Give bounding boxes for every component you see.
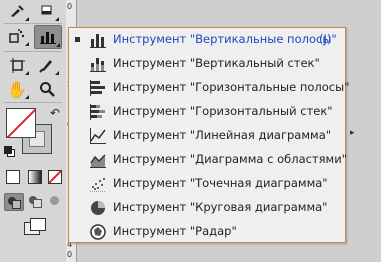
area-graph-icon: [90, 154, 106, 168]
menu-item-label: Инструмент "Горизонтальный стек": [113, 104, 333, 118]
bar-graph-icon: [90, 80, 105, 96]
menu-item-scatter-graph[interactable]: Инструмент "Точечная диаграмма": [69, 172, 345, 196]
radar-graph-icon: [90, 224, 106, 240]
tools-panel: ✋ ↶: [0, 0, 67, 262]
stacked-bar-graph-icon: [90, 104, 105, 120]
menu-item-line-graph[interactable]: Инструмент "Линейная диаграмма": [69, 124, 345, 148]
draw-normal-icon[interactable]: [4, 193, 24, 211]
menu-item-label: Инструмент "Вертикальный стек": [113, 56, 320, 70]
menu-item-label: Инструмент "Точечная диаграмма": [113, 176, 328, 190]
menu-item-radar-graph[interactable]: Инструмент "Радар": [69, 220, 345, 244]
screen-mode-icon[interactable]: [24, 218, 48, 236]
ruler-label: 0: [67, 2, 73, 11]
pie-graph-icon: [91, 201, 105, 215]
symbol-sprayer-tool-icon[interactable]: [4, 25, 30, 47]
column-graph-tool-icon[interactable]: [34, 25, 62, 49]
stacked-column-graph-icon: [90, 58, 106, 72]
gradient-mode-icon[interactable]: [28, 170, 42, 184]
menu-item-area-graph[interactable]: Инструмент "Диаграмма с областями": [69, 148, 347, 172]
ruler-label: 0: [67, 250, 73, 259]
menu-item-label: Инструмент "Вертикальные полосы": [113, 32, 337, 46]
eraser-tool-icon[interactable]: [34, 0, 60, 22]
tearoff-arrow-icon[interactable]: ▸: [350, 128, 355, 138]
none-mode-icon[interactable]: [48, 170, 62, 184]
menu-item-label: Инструмент "Диаграмма с областями": [113, 152, 347, 166]
menu-item-bar-graph[interactable]: Инструмент "Горизонтальные полосы": [69, 76, 350, 100]
menu-item-shortcut: (J): [319, 32, 332, 46]
color-mode-icon[interactable]: [6, 170, 20, 184]
menu-item-stacked-bar-graph[interactable]: Инструмент "Горизонтальный стек": [69, 100, 345, 124]
column-graph-icon: [90, 34, 106, 48]
default-fill-stroke-icon[interactable]: [4, 146, 15, 157]
menu-item-label: Инструмент "Радар": [113, 224, 237, 238]
hand-tool-icon[interactable]: ✋: [4, 78, 30, 100]
menu-item-label: Инструмент "Горизонтальные полосы": [113, 80, 350, 94]
zoom-tool-icon[interactable]: [34, 78, 60, 100]
artboard-tool-icon[interactable]: [4, 54, 30, 76]
selected-bullet-icon: [75, 37, 80, 42]
menu-item-column-graph[interactable]: Инструмент "Вертикальные полосы" (J): [69, 28, 345, 52]
swap-fill-stroke-icon[interactable]: ↶: [50, 106, 60, 120]
draw-inside-icon[interactable]: [50, 196, 59, 205]
draw-behind-icon[interactable]: [27, 194, 43, 208]
fill-color-swatch[interactable]: [6, 108, 36, 138]
slice-knife-tool-icon[interactable]: [34, 54, 60, 76]
scatter-graph-icon: [90, 178, 106, 192]
menu-item-label: Инструмент "Линейная диаграмма": [113, 128, 332, 142]
line-graph-icon: [90, 128, 106, 144]
menu-item-label: Инструмент "Круговая диаграмма": [113, 200, 328, 214]
graph-tools-flyout: Инструмент "Вертикальные полосы" (J) Инс…: [68, 27, 350, 244]
menu-item-pie-graph[interactable]: Инструмент "Круговая диаграмма": [69, 196, 345, 220]
slice-tool-icon[interactable]: [4, 0, 30, 22]
menu-item-stacked-column-graph[interactable]: Инструмент "Вертикальный стек": [69, 52, 345, 76]
